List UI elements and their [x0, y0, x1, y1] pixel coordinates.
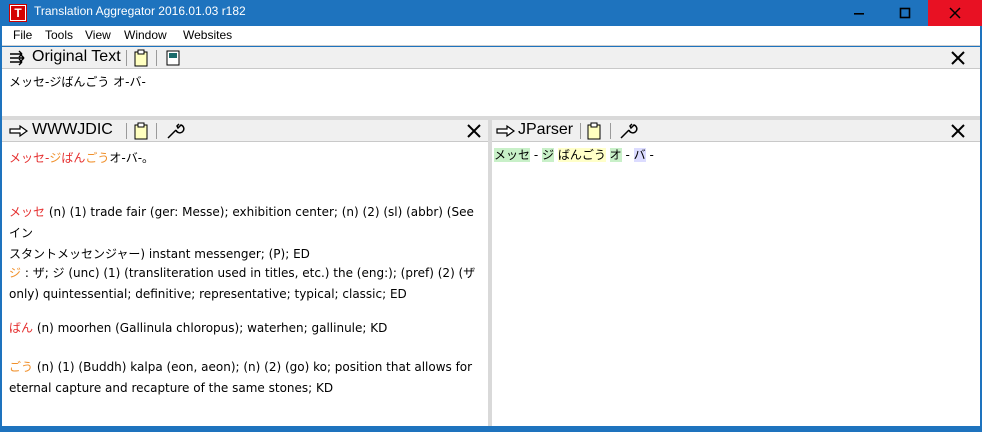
original-text-content[interactable]: メッセ-ジばんごう オ-バ-	[9, 73, 146, 90]
close-panel-icon[interactable]	[466, 123, 482, 139]
dictionary-entry[interactable]: メッセ (n) (1) trade fair (ger: Messe); exh…	[9, 202, 479, 265]
wrench-icon[interactable]	[165, 122, 185, 140]
minimize-button[interactable]	[836, 0, 882, 26]
maximize-button[interactable]	[882, 0, 928, 26]
wwwjdic-title: WWWJDIC	[32, 121, 113, 138]
toolbar-separator	[156, 123, 157, 139]
menu-view[interactable]: View	[85, 28, 111, 42]
title-bar[interactable]: T Translation Aggregator 2016.01.03 r182	[0, 0, 982, 26]
parsed-token[interactable]: ばんごう	[557, 148, 606, 162]
close-icon	[949, 7, 961, 19]
jparser-tokens: メッセ - ジ ばんごう オ - バ -	[494, 148, 654, 162]
dictionary-entry[interactable]: ばん (n) moorhen (Gallinula chloropus); wa…	[9, 318, 479, 339]
clipboard-icon[interactable]	[586, 122, 602, 140]
clipboard-icon[interactable]	[133, 122, 149, 140]
close-panel-icon[interactable]	[950, 50, 966, 66]
close-button[interactable]	[928, 0, 982, 26]
close-panel-icon[interactable]	[950, 123, 966, 139]
parsed-token[interactable]: ジ	[541, 148, 554, 162]
swap-arrows-icon[interactable]	[9, 50, 29, 66]
right-arrow-icon[interactable]	[496, 123, 516, 139]
menu-bar: File Tools View Window Websites	[2, 26, 980, 46]
toolbar-separator	[580, 123, 581, 139]
minimize-icon	[854, 13, 864, 15]
parsed-token[interactable]: オ	[609, 148, 622, 162]
clipboard-icon[interactable]	[133, 49, 149, 67]
wwwjdic-panel: WWWJDIC メッセ-ジばんごうオ-バ-。 メッセ (n) (1) trade…	[2, 120, 488, 426]
jparser-header: JParser	[492, 120, 980, 142]
maximize-icon	[899, 7, 911, 19]
right-arrow-icon[interactable]	[9, 123, 29, 139]
dictionary-entry[interactable]: ジ : ザ; ジ (unc) (1) (transliteration used…	[9, 263, 479, 305]
jparser-panel: JParser メッセ - ジ ばんごう オ - バ -	[492, 120, 980, 426]
menu-tools[interactable]: Tools	[45, 28, 73, 42]
original-text-header: Original Text	[2, 47, 980, 69]
wwwjdic-query: メッセ-ジばんごうオ-バ-。	[9, 151, 155, 165]
menu-window[interactable]: Window	[124, 28, 167, 42]
toolbar-separator	[126, 123, 127, 139]
window-title: Translation Aggregator 2016.01.03 r182	[34, 4, 246, 18]
wrench-icon[interactable]	[618, 122, 638, 140]
wwwjdic-header: WWWJDIC	[2, 120, 488, 142]
dictionary-entry[interactable]: ごう (n) (1) (Buddh) kalpa (eon, aeon); (n…	[9, 357, 479, 399]
parsed-token[interactable]: メッセ	[494, 148, 531, 162]
jparser-title: JParser	[518, 121, 574, 138]
parsed-token[interactable]: バ	[633, 148, 646, 162]
toolbar-separator	[610, 123, 611, 139]
app-window: T Translation Aggregator 2016.01.03 r182…	[0, 0, 982, 432]
original-text-panel: Original Text メッセ-ジばんごう オ-バ-	[2, 47, 980, 116]
app-logo-icon: T	[9, 4, 27, 22]
original-text-title: Original Text	[32, 48, 121, 65]
menu-file[interactable]: File	[13, 28, 32, 42]
toolbar-separator	[156, 50, 157, 66]
menu-websites[interactable]: Websites	[183, 28, 232, 42]
monitor-clipboard-icon[interactable]	[165, 49, 181, 67]
toolbar-separator	[126, 50, 127, 66]
